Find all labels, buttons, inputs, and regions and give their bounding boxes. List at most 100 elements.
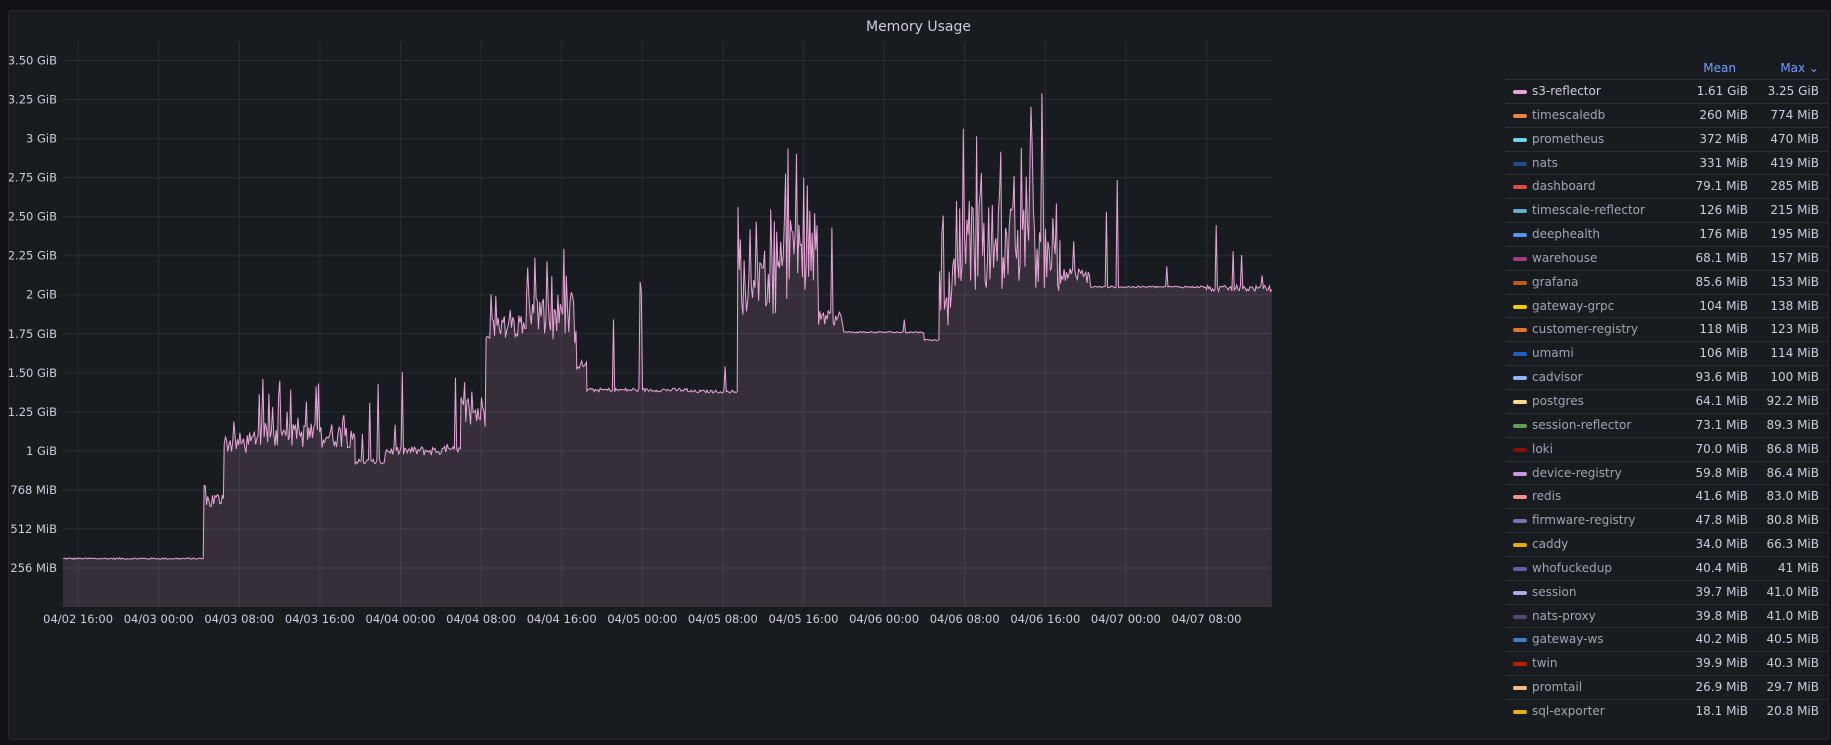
legend-series-name[interactable]: deephealth xyxy=(1532,227,1600,241)
legend-swatch xyxy=(1513,233,1527,238)
legend-mean-value: 39.7 MiB xyxy=(1695,584,1748,599)
legend-series-name[interactable]: loki xyxy=(1532,442,1553,456)
legend-mean-value: 331 MiB xyxy=(1699,155,1748,170)
legend-series-name[interactable]: timescale-reflector xyxy=(1532,203,1645,217)
legend-row[interactable]: timescale-reflector 126 MiB 215 MiB xyxy=(1505,198,1829,222)
legend-max-value: 41.0 MiB xyxy=(1766,584,1819,599)
legend-series-name[interactable]: timescaledb xyxy=(1532,108,1605,122)
legend-series-name[interactable]: s3-reflector xyxy=(1532,84,1601,98)
legend-series-name[interactable]: nats xyxy=(1532,156,1558,170)
legend-series-name[interactable]: firmware-registry xyxy=(1532,513,1636,527)
legend-series-name[interactable]: sql-exporter xyxy=(1532,704,1605,718)
legend-row[interactable]: device-registry 59.8 MiB 86.4 MiB xyxy=(1505,460,1829,485)
legend-row[interactable]: prometheus 372 MiB 470 MiB xyxy=(1505,126,1829,151)
legend-row[interactable]: customer-registry 118 MiB 123 MiB xyxy=(1505,317,1829,341)
legend-max-value: 153 MiB xyxy=(1770,274,1819,289)
x-tick-label: 04/07 08:00 xyxy=(1172,612,1242,626)
legend-row[interactable]: s3-reflector 1.61 GiB 3.25 GiB xyxy=(1505,79,1829,103)
legend-mean-value: 68.1 MiB xyxy=(1695,250,1748,265)
legend-series-name[interactable]: caddy xyxy=(1532,537,1568,551)
legend-series-name[interactable]: warehouse xyxy=(1532,251,1597,265)
legend-swatch xyxy=(1513,590,1527,595)
legend-series-name[interactable]: dashboard xyxy=(1532,179,1595,193)
legend-row[interactable]: timescaledb 260 MiB 774 MiB xyxy=(1505,102,1829,127)
legend-series-name[interactable]: prometheus xyxy=(1532,132,1604,146)
legend-row[interactable]: whofuckedup 40.4 MiB 41 MiB xyxy=(1505,555,1829,580)
legend-series-name[interactable]: twin xyxy=(1532,656,1557,670)
legend-max-value: 86.8 MiB xyxy=(1766,441,1819,456)
legend-row[interactable]: nats 331 MiB 419 MiB xyxy=(1505,150,1829,175)
legend-row[interactable]: loki 70.0 MiB 86.8 MiB xyxy=(1505,436,1829,461)
legend-row[interactable]: firmware-registry 47.8 MiB 80.8 MiB xyxy=(1505,508,1829,532)
legend-row[interactable]: warehouse 68.1 MiB 157 MiB xyxy=(1505,245,1829,270)
legend-row[interactable]: gateway-grpc 104 MiB 138 MiB xyxy=(1505,293,1829,318)
legend-swatch xyxy=(1513,113,1527,118)
legend-series-name[interactable]: session xyxy=(1532,585,1576,599)
legend-row[interactable]: redis 41.6 MiB 83.0 MiB xyxy=(1505,484,1829,508)
legend-series-name[interactable]: session-reflector xyxy=(1532,418,1631,432)
legend-series-name[interactable]: device-registry xyxy=(1532,466,1622,480)
legend-swatch xyxy=(1513,423,1527,428)
legend-max-value: 470 MiB xyxy=(1770,131,1819,146)
legend-swatch xyxy=(1513,447,1527,452)
legend-max-value: 86.4 MiB xyxy=(1766,465,1819,480)
legend-row[interactable]: gateway-ws 40.2 MiB 40.5 MiB xyxy=(1505,627,1829,651)
legend-row[interactable]: sql-exporter 18.1 MiB 20.8 MiB xyxy=(1505,698,1829,723)
legend-mean-header[interactable]: Mean xyxy=(1703,61,1736,75)
legend-series-name[interactable]: whofuckedup xyxy=(1532,561,1612,575)
legend-row[interactable]: postgres 64.1 MiB 92.2 MiB xyxy=(1505,388,1829,413)
legend-header: Mean Max ⌄ xyxy=(1505,55,1829,79)
legend-series-name[interactable]: umami xyxy=(1532,346,1574,360)
y-tick-label: 1.75 GiB xyxy=(9,327,57,341)
y-tick-label: 3.25 GiB xyxy=(9,93,57,107)
legend-mean-value: 260 MiB xyxy=(1699,107,1748,122)
legend-mean-value: 73.1 MiB xyxy=(1695,417,1748,432)
legend-row[interactable]: deephealth 176 MiB 195 MiB xyxy=(1505,222,1829,246)
legend-row[interactable]: nats-proxy 39.8 MiB 41.0 MiB xyxy=(1505,603,1829,628)
legend-series-name[interactable]: cadvisor xyxy=(1532,370,1583,384)
legend-mean-value: 34.0 MiB xyxy=(1695,537,1748,552)
x-tick-label: 04/03 16:00 xyxy=(285,612,355,626)
legend-swatch xyxy=(1513,614,1527,619)
legend-mean-value: 70.0 MiB xyxy=(1695,441,1748,456)
legend-max-value: 20.8 MiB xyxy=(1766,703,1819,718)
legend-max-value: 29.7 MiB xyxy=(1766,680,1819,695)
legend-max-value: 89.3 MiB xyxy=(1766,417,1819,432)
legend-max-value: 40.5 MiB xyxy=(1766,632,1819,647)
legend-row[interactable]: promtail 26.9 MiB 29.7 MiB xyxy=(1505,675,1829,699)
legend-series-name[interactable]: grafana xyxy=(1532,275,1578,289)
legend-mean-value: 47.8 MiB xyxy=(1695,513,1748,528)
y-tick-label: 512 MiB xyxy=(10,522,57,536)
legend-row[interactable]: caddy 34.0 MiB 66.3 MiB xyxy=(1505,532,1829,556)
legend-row[interactable]: twin 39.9 MiB 40.3 MiB xyxy=(1505,651,1829,675)
legend-row[interactable]: cadvisor 93.6 MiB 100 MiB xyxy=(1505,365,1829,389)
legend-series-name[interactable]: gateway-grpc xyxy=(1532,299,1614,313)
legend-row[interactable]: umami 106 MiB 114 MiB xyxy=(1505,341,1829,365)
legend-max-value: 774 MiB xyxy=(1770,107,1819,122)
legend-series-name[interactable]: promtail xyxy=(1532,680,1582,694)
legend-row[interactable]: session-reflector 73.1 MiB 89.3 MiB xyxy=(1505,412,1829,437)
memory-usage-panel: Memory Usage 256 MiB 512 MiB 768 MiB 1 GiB 1… xyxy=(8,10,1829,740)
legend-max-value: 41 MiB xyxy=(1777,560,1819,575)
legend-max-header[interactable]: Max ⌄ xyxy=(1780,61,1819,75)
legend-series-name[interactable]: nats-proxy xyxy=(1532,609,1596,623)
legend-mean-value: 93.6 MiB xyxy=(1695,370,1748,385)
y-tick-label: 3.50 GiB xyxy=(9,54,57,68)
y-tick-label: 2 GiB xyxy=(26,288,57,302)
legend-series-name[interactable]: postgres xyxy=(1532,394,1584,408)
legend-series-name[interactable]: customer-registry xyxy=(1532,322,1638,336)
legend-max-value: 215 MiB xyxy=(1770,203,1819,218)
legend-series-name[interactable]: redis xyxy=(1532,489,1561,503)
y-tick-label: 256 MiB xyxy=(10,561,57,575)
x-tick-label: 04/04 16:00 xyxy=(527,612,597,626)
x-tick-label: 04/05 00:00 xyxy=(607,612,677,626)
legend-max-value: 123 MiB xyxy=(1770,322,1819,337)
legend-row[interactable]: dashboard 79.1 MiB 285 MiB xyxy=(1505,174,1829,198)
legend-mean-value: 79.1 MiB xyxy=(1695,179,1748,194)
legend-row[interactable]: grafana 85.6 MiB 153 MiB xyxy=(1505,269,1829,294)
legend-max-value: 138 MiB xyxy=(1770,298,1819,313)
legend-series-name[interactable]: gateway-ws xyxy=(1532,632,1604,646)
legend-row[interactable]: session 39.7 MiB 41.0 MiB xyxy=(1505,579,1829,604)
y-tick-label: 1.50 GiB xyxy=(9,366,57,380)
memory-usage-chart: 256 MiB 512 MiB 768 MiB 1 GiB 1.25 GiB 1.50 G… xyxy=(9,41,1273,626)
